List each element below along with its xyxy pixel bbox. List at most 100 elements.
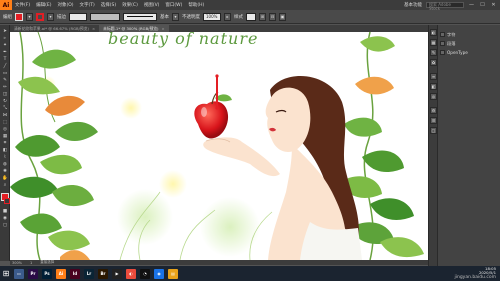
windows-start-icon[interactable]: ⊞ (0, 266, 12, 281)
artboards-panel-icon[interactable]: ▢ (430, 127, 437, 134)
pencil-tool-icon[interactable]: ✏ (1, 85, 9, 90)
brushes-panel-icon[interactable]: ✎ (430, 49, 437, 56)
apple[interactable] (194, 91, 232, 139)
gradient-tool-icon[interactable]: ◧ (1, 148, 9, 153)
close-icon[interactable]: ✕ (490, 2, 497, 8)
menu-window[interactable]: 窗口(W) (162, 2, 185, 8)
tab-close-icon[interactable]: × (162, 26, 165, 31)
tools-panel: ➤ ▹ ✦ ✒ T ╱ ▭ ✎ ✏ ◫ ↻ ⤡ ⋈ ⬚ ◎ ▦ ⌗ ◧ ⌇ ◍ … (0, 25, 10, 261)
scale-tool-icon[interactable]: ⤡ (1, 106, 9, 111)
magic-wand-tool-icon[interactable]: ✦ (1, 43, 9, 48)
width-tool-icon[interactable]: ⋈ (1, 113, 9, 118)
color-mode-icon[interactable]: ■ (1, 209, 9, 214)
anchor-point[interactable] (215, 106, 219, 110)
light-bokeh (120, 97, 142, 119)
menu-help[interactable]: 帮助(H) (185, 2, 207, 8)
eyedropper-tool-icon[interactable]: ⌇ (1, 155, 9, 160)
panel-label: 段落 (447, 41, 456, 46)
artwork (10, 32, 424, 260)
gradient-panel-icon[interactable]: ◧ (430, 83, 437, 90)
direct-selection-tool-icon[interactable]: ▹ (1, 36, 9, 41)
system-tray: 18:05 2020/5/1 jingyan.baidu.com (454, 266, 500, 281)
illustrator-app-icon[interactable]: Ai (56, 268, 66, 279)
opacity-field[interactable]: 100% (203, 12, 221, 21)
opacity-dropdown[interactable]: ▸ (224, 12, 231, 21)
paintbrush-tool-icon[interactable]: ✎ (1, 78, 9, 83)
minimize-icon[interactable]: — (468, 2, 475, 8)
premiere-app-icon[interactable]: Pr (28, 268, 38, 279)
control-bar: 编组 ▾ ▾ 描边 基本 ▾ 不透明度 100% ▸ 样式 ⊞ ⊟ ▣ (0, 10, 500, 24)
photoshop-app-icon[interactable]: Ps (42, 268, 52, 279)
artboard-number[interactable]: 1 (30, 261, 32, 265)
line-tool-icon[interactable]: ╱ (1, 64, 9, 69)
app-icon[interactable]: ◐ (126, 268, 136, 279)
variable-width-field[interactable] (90, 12, 120, 21)
align-button[interactable]: ⊞ (259, 12, 266, 21)
zoom-tool-icon[interactable]: ⌕ (1, 183, 9, 188)
rotate-tool-icon[interactable]: ↻ (1, 99, 9, 104)
tab-document-1[interactable]: 清新花纹和苹果.ai* @ 66.67% (RGB/预览) × (10, 25, 100, 32)
screen-mode-icon[interactable]: ▢ (1, 223, 9, 228)
symbols-panel-icon[interactable]: ✿ (430, 59, 437, 66)
stock-search-input[interactable]: 搜索 Adobe Stock (426, 2, 464, 11)
lightroom-app-icon[interactable]: Lr (84, 268, 94, 279)
color-panel-icon[interactable]: ◐ (430, 29, 437, 36)
workspace-switcher[interactable]: 基本功能 (404, 2, 422, 8)
menu-object[interactable]: 对象(O) (54, 2, 76, 8)
stroke-weight-field[interactable] (69, 12, 87, 21)
fill-swatch[interactable] (15, 12, 23, 21)
menu-effect[interactable]: 效果(C) (119, 2, 141, 8)
tab-document-2[interactable]: 未标题-1* @ 300% (RGB/预览) × (99, 25, 169, 32)
appearance-panel-icon[interactable]: ⚙ (430, 107, 437, 114)
perspective-grid-tool-icon[interactable]: ▦ (1, 134, 9, 139)
folder-app-icon[interactable]: ▤ (168, 268, 178, 279)
isolate-button[interactable]: ▣ (279, 12, 286, 21)
pen-tool-icon[interactable]: ✒ (1, 50, 9, 55)
type-tool-icon[interactable]: T (1, 57, 9, 62)
menu-file[interactable]: 文件(F) (12, 2, 33, 8)
brush-style-label: 基本 (160, 14, 169, 20)
anchor-point[interactable] (215, 74, 219, 78)
tab-close-icon[interactable]: × (92, 26, 95, 31)
transform-button[interactable]: ⊟ (269, 12, 276, 21)
zoom-level[interactable]: 300% (12, 261, 22, 265)
menu-type[interactable]: 文字(T) (77, 2, 98, 8)
panel-character[interactable]: 字符 (440, 31, 455, 38)
transparency-panel-icon[interactable]: ◎ (430, 93, 437, 100)
qq-app-icon[interactable]: ◔ (140, 268, 150, 279)
panel-opentype[interactable]: OpenType (440, 49, 468, 56)
draw-mode-icon[interactable]: ◉ (1, 216, 9, 221)
selection-tool-icon[interactable]: ➤ (1, 29, 9, 34)
chrome-app-icon[interactable]: ◉ (154, 268, 164, 279)
stroke-style-preview[interactable] (123, 12, 157, 21)
swatches-panel-icon[interactable]: ▦ (430, 39, 437, 46)
layers-panel-icon[interactable]: ☰ (430, 117, 437, 124)
eraser-tool-icon[interactable]: ◫ (1, 92, 9, 97)
stroke-label: 描边 (57, 14, 66, 20)
indesign-app-icon[interactable]: Id (70, 268, 80, 279)
rectangle-tool-icon[interactable]: ▭ (1, 71, 9, 76)
artwork-headline: beauty of nature (108, 32, 259, 48)
menu-view[interactable]: 视图(V) (141, 2, 163, 8)
tab-label: 清新花纹和苹果.ai* @ 66.67% (RGB/预览) (14, 26, 89, 31)
mesh-tool-icon[interactable]: ⌗ (1, 141, 9, 146)
free-transform-tool-icon[interactable]: ⬚ (1, 120, 9, 125)
artboard-canvas[interactable]: beauty of nature (10, 32, 428, 260)
shape-builder-tool-icon[interactable]: ◎ (1, 127, 9, 132)
stroke-swatch[interactable] (36, 12, 44, 21)
symbol-sprayer-tool-icon[interactable]: ✺ (1, 169, 9, 174)
stroke-dropdown[interactable]: ▾ (47, 12, 54, 21)
brush-dropdown[interactable]: ▾ (172, 12, 179, 21)
menu-edit[interactable]: 编辑(E) (33, 2, 54, 8)
media-app-icon[interactable]: ▶ (112, 268, 122, 279)
panel-paragraph[interactable]: 段落 (440, 40, 455, 47)
menu-select[interactable]: 选择(S) (98, 2, 119, 8)
bridge-app-icon[interactable]: Br (98, 268, 108, 279)
graphic-style-field[interactable] (246, 12, 256, 21)
hand-tool-icon[interactable]: ✋ (1, 176, 9, 181)
blend-tool-icon[interactable]: ◍ (1, 162, 9, 167)
fill-dropdown[interactable]: ▾ (26, 12, 33, 21)
task-view-icon[interactable]: ▭ (14, 268, 24, 279)
stroke-panel-icon[interactable]: ≡ (430, 73, 437, 80)
maximize-icon[interactable]: ☐ (479, 2, 486, 8)
